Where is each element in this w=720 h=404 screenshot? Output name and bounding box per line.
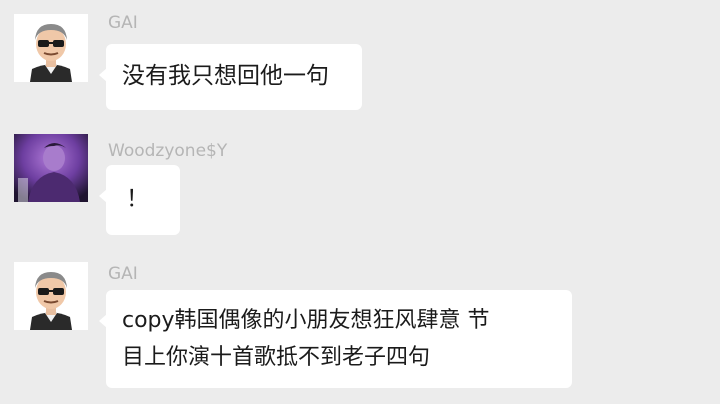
message-text: ！: [126, 186, 149, 212]
message-bubble[interactable]: 没有我只想回他一句: [99, 44, 362, 110]
message-text: 没有我只想回他一句: [122, 63, 329, 89]
cartoon-man-avatar-icon: [14, 14, 88, 82]
message-bubble[interactable]: ！: [99, 165, 180, 235]
cartoon-man-avatar-icon: [14, 262, 88, 330]
message-text-line: 目上你演十首歌抵不到老子四句: [122, 345, 431, 370]
avatar[interactable]: [14, 14, 88, 82]
message-text-line: copy韩国偶像的小朋友想狂风肆意 节: [122, 308, 490, 333]
sender-name: Woodzyone$Y: [108, 141, 228, 161]
sender-name: GAI: [108, 13, 138, 33]
avatar[interactable]: [14, 262, 88, 330]
message-bubble[interactable]: copy韩国偶像的小朋友想狂风肆意 节 目上你演十首歌抵不到老子四句: [99, 290, 572, 388]
purple-photo-avatar-icon: [14, 134, 88, 202]
sender-name: GAI: [108, 264, 138, 284]
avatar[interactable]: [14, 134, 88, 202]
